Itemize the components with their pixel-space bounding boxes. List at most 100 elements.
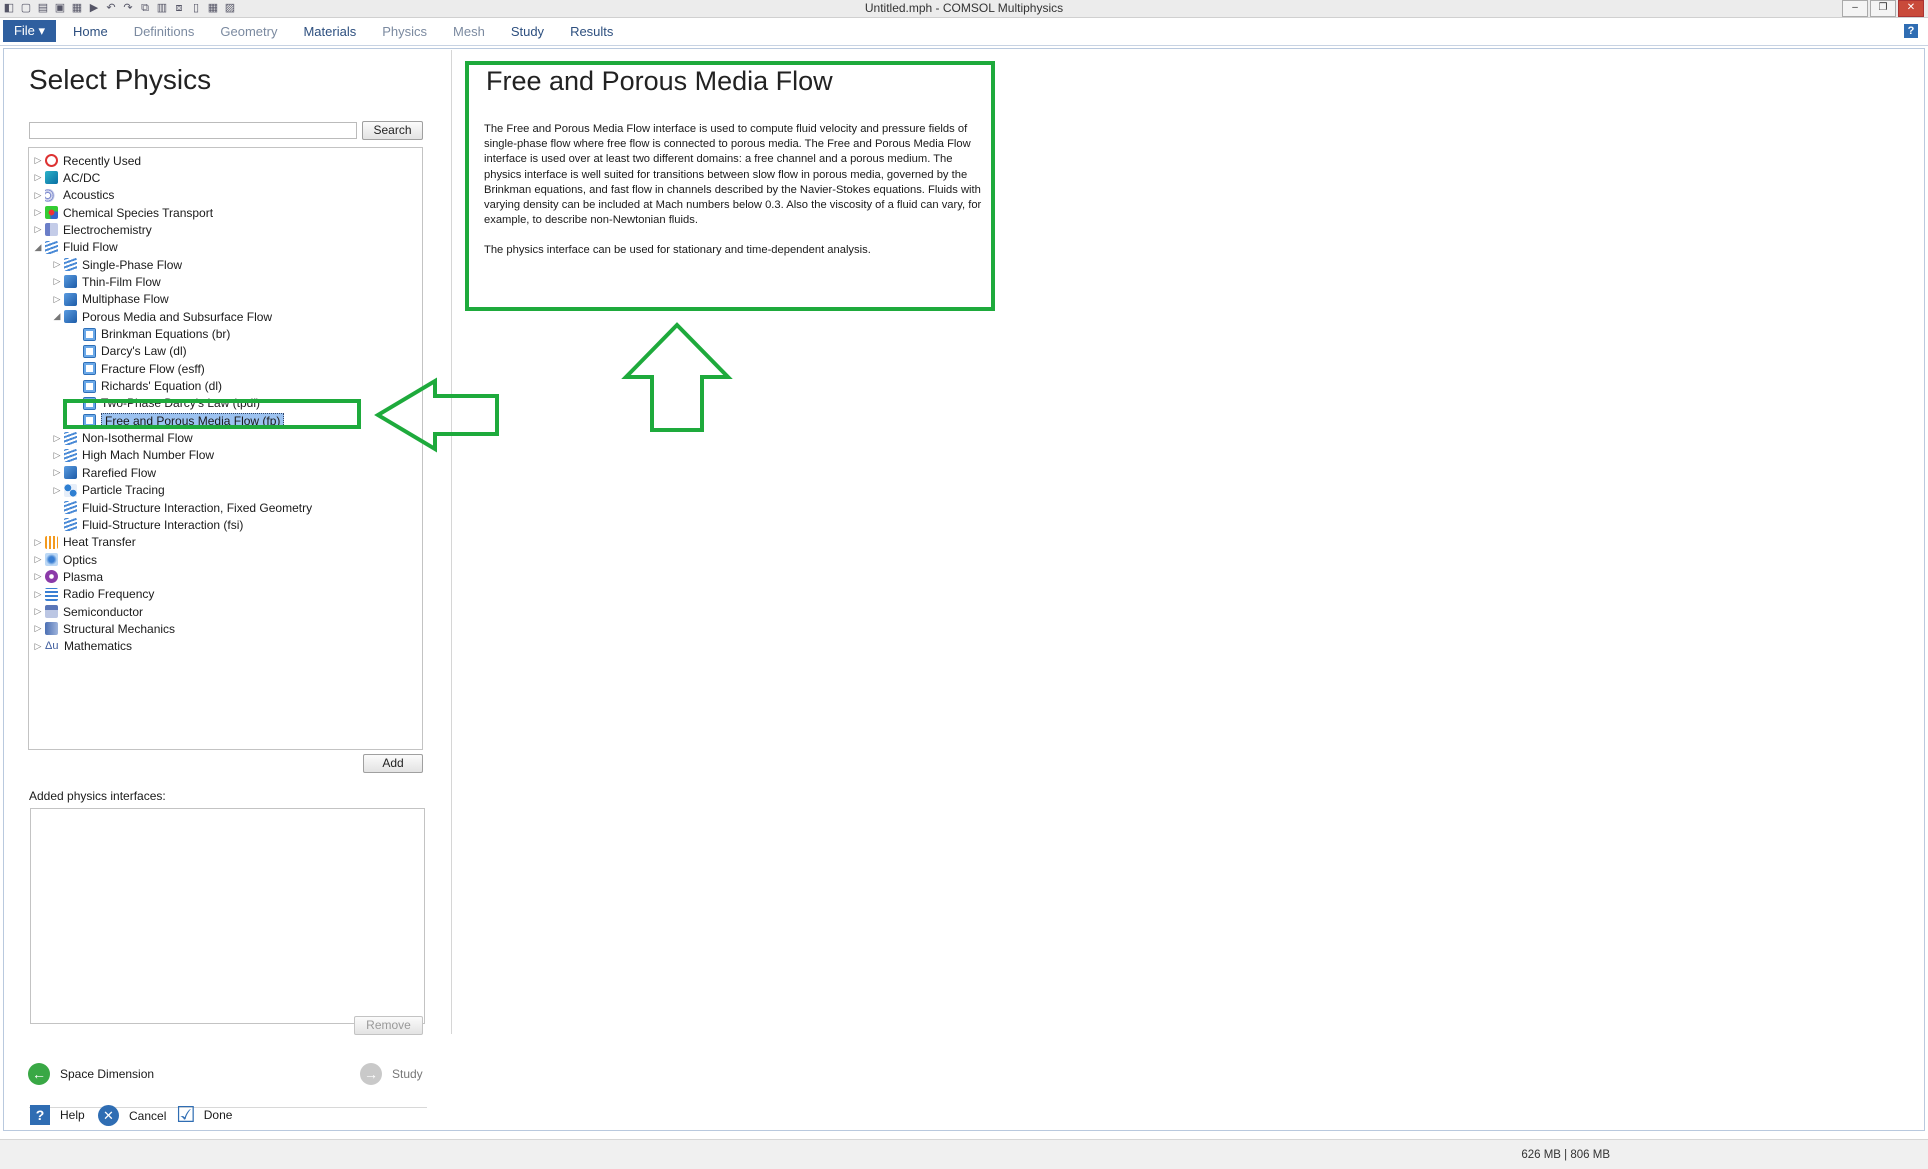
tab-physics[interactable]: Physics: [369, 18, 440, 45]
close-button[interactable]: ✕: [1898, 0, 1924, 17]
expand-arrow-icon[interactable]: ▷: [33, 571, 43, 582]
tab-materials[interactable]: Materials: [290, 18, 369, 45]
tree-item[interactable]: ▷ Particle Tracing: [52, 482, 165, 499]
tree-item[interactable]: ▷ Semiconductor: [33, 603, 144, 620]
title-bar: ◧ ▢ ▤ ▣ ▦ ▶ ↶ ↷ ⧉ ▥ ⧈ ▯ ▦ ▨ Untitled.mph…: [0, 0, 1928, 18]
tree-item[interactable]: ◢ Fluid Flow: [33, 239, 118, 256]
tree-item[interactable]: ▷ Acoustics: [33, 187, 115, 204]
tree-item[interactable]: ◢ Porous Media and Subsurface Flow: [52, 308, 273, 325]
help-button[interactable]: ? Help: [30, 1105, 85, 1125]
back-space-dimension-button[interactable]: ← Space Dimension: [28, 1063, 154, 1085]
expand-arrow-icon[interactable]: ▷: [33, 190, 43, 201]
tree-item[interactable]: ▷ Thin-Film Flow: [52, 273, 161, 290]
tree-item-label: Thin-Film Flow: [82, 274, 161, 289]
tab-home[interactable]: Home: [60, 18, 121, 45]
expand-arrow-icon[interactable]: ▷: [33, 589, 43, 600]
help-icon[interactable]: ?: [1904, 24, 1918, 38]
tree-item[interactable]: ▷ Structural Mechanics: [33, 620, 176, 637]
tree-item[interactable]: ▷ Chemical Species Transport: [33, 204, 214, 221]
tree-item[interactable]: ▷ Recently Used: [33, 152, 142, 169]
tree-item[interactable]: Fracture Flow (esff): [71, 360, 205, 377]
tree-item[interactable]: Fluid-Structure Interaction (fsi): [52, 516, 243, 533]
tree-item[interactable]: ▷ Δu Mathematics: [33, 638, 133, 655]
remove-button[interactable]: Remove: [354, 1016, 423, 1035]
maximize-button[interactable]: ❐: [1870, 0, 1896, 17]
tree-item[interactable]: ▷ Plasma: [33, 568, 103, 585]
search-input[interactable]: [29, 122, 357, 139]
ribbon: File ▾ Home Definitions Geometry Materia…: [0, 18, 1928, 46]
tree-item-label: Fluid-Structure Interaction (fsi): [82, 517, 244, 532]
tree-item-label: Brinkman Equations (br): [101, 327, 231, 341]
window-controls: – ❐ ✕: [1842, 0, 1924, 17]
expand-arrow-icon[interactable]: ▷: [33, 623, 43, 634]
tree-item[interactable]: ▷ Heat Transfer: [33, 534, 136, 551]
tree-item[interactable]: Richards' Equation (dl): [71, 378, 222, 395]
chem-icon: [45, 206, 58, 220]
collapse-arrow-icon[interactable]: ◢: [33, 242, 43, 253]
expand-arrow-icon[interactable]: ▷: [33, 537, 43, 548]
tree-item[interactable]: ▷ Electrochemistry: [33, 221, 152, 238]
expand-arrow-icon[interactable]: ▷: [33, 172, 43, 183]
memory-usage: 626 MB | 806 MB: [1521, 1149, 1610, 1161]
tree-item[interactable]: ▷ Optics: [33, 551, 97, 568]
done-button[interactable]: ☑ Done: [176, 1104, 232, 1126]
expand-arrow-icon[interactable]: ▷: [52, 450, 62, 461]
fluid-flow-icon: [45, 240, 58, 254]
minimize-button[interactable]: –: [1842, 0, 1868, 17]
next-study-button[interactable]: → Study: [360, 1063, 423, 1085]
add-button[interactable]: Add: [363, 754, 423, 773]
tree-item[interactable]: Fluid-Structure Interaction, Fixed Geome…: [52, 499, 312, 516]
tree-item[interactable]: ▷ Rarefied Flow: [52, 464, 157, 481]
collapse-arrow-icon[interactable]: ◢: [52, 311, 62, 322]
tab-mesh[interactable]: Mesh: [440, 18, 498, 45]
tree-item[interactable]: ▷ Multiphase Flow: [52, 291, 169, 308]
panel-divider[interactable]: [451, 50, 452, 1034]
file-menu-button[interactable]: File ▾: [3, 20, 56, 42]
tree-item-label: Structural Mechanics: [63, 621, 176, 636]
expand-arrow-icon[interactable]: ▷: [52, 259, 62, 270]
tree-item[interactable]: ▷ Single-Phase Flow: [52, 256, 183, 273]
expand-arrow-icon[interactable]: ▷: [33, 207, 43, 218]
tree-item[interactable]: ▷ High Mach Number Flow: [52, 447, 215, 464]
expand-arrow-icon[interactable]: ▷: [52, 485, 62, 496]
tree-item-label: Fluid-Structure Interaction, Fixed Geome…: [82, 500, 313, 515]
left-arrow-annotation: [374, 377, 499, 453]
acdc-icon: [45, 171, 58, 185]
expand-arrow-icon[interactable]: ▷: [33, 155, 43, 166]
expand-arrow-icon[interactable]: ▷: [33, 641, 43, 652]
tab-definitions[interactable]: Definitions: [121, 18, 208, 45]
tab-results[interactable]: Results: [557, 18, 626, 45]
tab-study[interactable]: Study: [498, 18, 557, 45]
expand-arrow-icon[interactable]: ▷: [52, 276, 62, 287]
added-physics-list[interactable]: [30, 808, 425, 1024]
tree-item-label: Multiphase Flow: [82, 292, 169, 307]
tree-item[interactable]: ▷ Radio Frequency: [33, 586, 155, 603]
expand-arrow-icon[interactable]: ▷: [33, 224, 43, 235]
tree-item-label: Darcy's Law (dl): [101, 344, 187, 359]
tab-geometry[interactable]: Geometry: [207, 18, 290, 45]
expand-arrow-icon[interactable]: ▷: [52, 294, 62, 305]
next-arrow-icon: →: [360, 1063, 382, 1085]
optics-icon: [45, 553, 58, 567]
richards-icon: [83, 379, 96, 393]
expand-arrow-icon[interactable]: ▷: [33, 606, 43, 617]
multiphase-icon: [64, 292, 77, 306]
non-isothermal-icon: [64, 431, 77, 445]
porous-media-icon: [64, 310, 77, 324]
fsi-icon: [64, 518, 77, 532]
math-icon: Δu: [45, 639, 59, 652]
particle-icon: [64, 483, 77, 497]
tree-item[interactable]: ▷ Non-Isothermal Flow: [52, 430, 193, 447]
expand-arrow-icon[interactable]: ▷: [52, 433, 62, 444]
tree-item[interactable]: ▷ AC/DC: [33, 169, 101, 186]
next-label: Study: [392, 1067, 423, 1081]
expand-arrow-icon[interactable]: ▷: [52, 467, 62, 478]
fracture-icon: [83, 362, 96, 376]
cancel-x-icon: ✕: [98, 1105, 119, 1126]
expand-arrow-icon[interactable]: ▷: [33, 554, 43, 565]
search-button[interactable]: Search: [362, 121, 423, 140]
tree-item[interactable]: Darcy's Law (dl): [71, 343, 187, 360]
cancel-button[interactable]: ✕ Cancel: [98, 1105, 166, 1126]
physics-tree[interactable]: ▷ Recently Used ▷ AC/DC ▷ Acoustics ▷ Chemical …: [28, 147, 423, 750]
tree-item[interactable]: Brinkman Equations (br): [71, 326, 230, 343]
